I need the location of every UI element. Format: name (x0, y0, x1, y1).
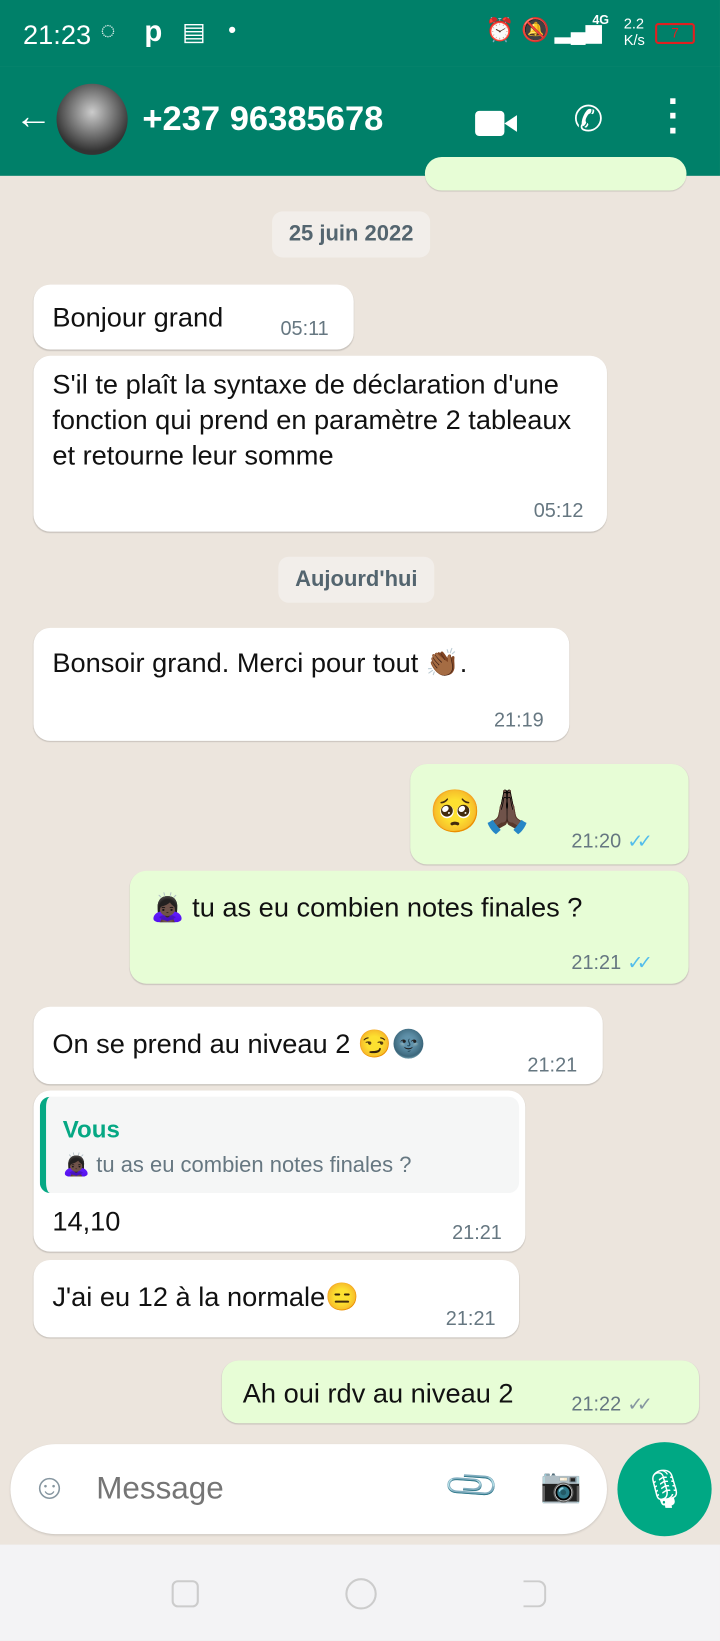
message-outgoing[interactable]: 🥺🙏🏿 21:20 ✓✓ (410, 763, 689, 865)
home-button[interactable] (345, 1578, 377, 1610)
message-composer: ☺ 📎 📷 (10, 1444, 607, 1535)
whatsapp-chat-screen: 21:23 ◌ p ▤ • ⏰ 🔕 ▂▄▆ 4G 2.2 K/s 7 ← +23… (0, 0, 720, 1641)
message-time: 05:12 (533, 500, 584, 523)
message-text: 14,10 (52, 1205, 121, 1237)
quoted-text: 🙇🏿‍♀️ tu as eu combien notes finales ? (62, 1153, 412, 1178)
microphone-icon: 🎙 (640, 1467, 689, 1511)
message-incoming[interactable]: S'il te plaît la syntaxe de déclaration … (33, 355, 607, 532)
attach-icon[interactable]: 📎 (442, 1456, 503, 1517)
message-incoming[interactable]: On se prend au niveau 2 😏🌚 21:21 (33, 1006, 603, 1085)
message-text: Bonsoir grand. Merci pour tout 👏🏾. (52, 646, 468, 679)
back-button[interactable] (523, 1580, 547, 1608)
voice-record-button[interactable]: 🎙 (617, 1442, 712, 1537)
clock: 21:23 (23, 18, 92, 51)
whatsapp-notification-icon: ◌ (100, 16, 116, 45)
message-text: J'ai eu 12 à la normale😑 (52, 1280, 360, 1313)
more-options-icon[interactable]: · · · (668, 82, 681, 149)
read-ticks-icon: ✓✓ (627, 830, 652, 852)
read-ticks-icon: ✓✓ (627, 952, 652, 974)
message-text: 🙇🏿‍♀️ tu as eu combien notes finales ? (150, 891, 583, 924)
recents-button[interactable] (171, 1580, 199, 1608)
message-incoming[interactable]: J'ai eu 12 à la normale😑 21:21 (33, 1259, 520, 1338)
back-arrow-icon[interactable]: ← (15, 94, 53, 138)
message-time: 05:11 (280, 318, 329, 341)
alarm-icon: ⏰ (485, 16, 515, 43)
message-incoming[interactable]: Bonjour grand 05:11 (33, 284, 354, 350)
emoji-icon[interactable]: ☺ (31, 1467, 67, 1508)
message-time: 21:21 (452, 1222, 502, 1245)
message-text: Bonjour grand (52, 301, 224, 333)
network-type: 4G (592, 12, 610, 28)
message-text: On se prend au niveau 2 😏🌚 (52, 1027, 426, 1060)
contact-avatar[interactable] (56, 83, 128, 155)
delivered-ticks-icon: ✓✓ (627, 1393, 652, 1415)
message-time: 21:19 (493, 709, 544, 732)
message-outgoing[interactable]: 🙇🏿‍♀️ tu as eu combien notes finales ? 2… (129, 870, 689, 984)
message-time: 21:22 ✓✓ (571, 1393, 652, 1416)
date-chip: Aujourd'hui (278, 556, 435, 603)
contact-name[interactable]: +237 96385678 (142, 98, 383, 138)
message-incoming-reply[interactable]: Vous 🙇🏿‍♀️ tu as eu combien notes finale… (33, 1090, 526, 1252)
status-bar: 21:23 ◌ p ▤ • ⏰ 🔕 ▂▄▆ 4G 2.2 K/s 7 (0, 0, 720, 67)
message-time: 21:21 (445, 1308, 496, 1331)
message-input[interactable] (94, 1465, 434, 1514)
message-text: S'il te plaît la syntaxe de déclaration … (52, 368, 572, 471)
camera-icon[interactable]: 📷 (540, 1465, 582, 1505)
message-text: 🥺🙏🏿 (429, 789, 534, 836)
message-incoming[interactable]: Bonsoir grand. Merci pour tout 👏🏾. 21:19 (33, 627, 570, 741)
more-notifications-dot: • (228, 16, 237, 43)
quoted-author: Vous (62, 1115, 120, 1143)
net-speed-unit: K/s (623, 31, 645, 49)
message-time: 21:21 ✓✓ (571, 952, 652, 975)
video-call-icon[interactable] (475, 110, 517, 137)
date-chip: 25 juin 2022 (272, 211, 431, 258)
navigation-bar (0, 1544, 720, 1641)
message-text: Ah oui rdv au niveau 2 (242, 1377, 514, 1409)
message-time: 21:21 (527, 1054, 578, 1077)
message-outgoing[interactable]: Ah oui rdv au niveau 2 21:22 ✓✓ (221, 1360, 700, 1424)
mute-icon: 🔕 (521, 16, 550, 43)
quoted-message[interactable]: Vous 🙇🏿‍♀️ tu as eu combien notes finale… (39, 1096, 520, 1194)
news-notification-icon: ▤ (182, 17, 206, 47)
message-time: 21:20 ✓✓ (571, 830, 652, 853)
p-notification-icon: p (144, 14, 163, 48)
net-speed: 2.2 (623, 14, 645, 32)
voice-call-icon[interactable]: ✆ (573, 98, 603, 140)
previous-message-bubble[interactable] (424, 156, 687, 191)
battery-icon: 7 (655, 23, 695, 44)
